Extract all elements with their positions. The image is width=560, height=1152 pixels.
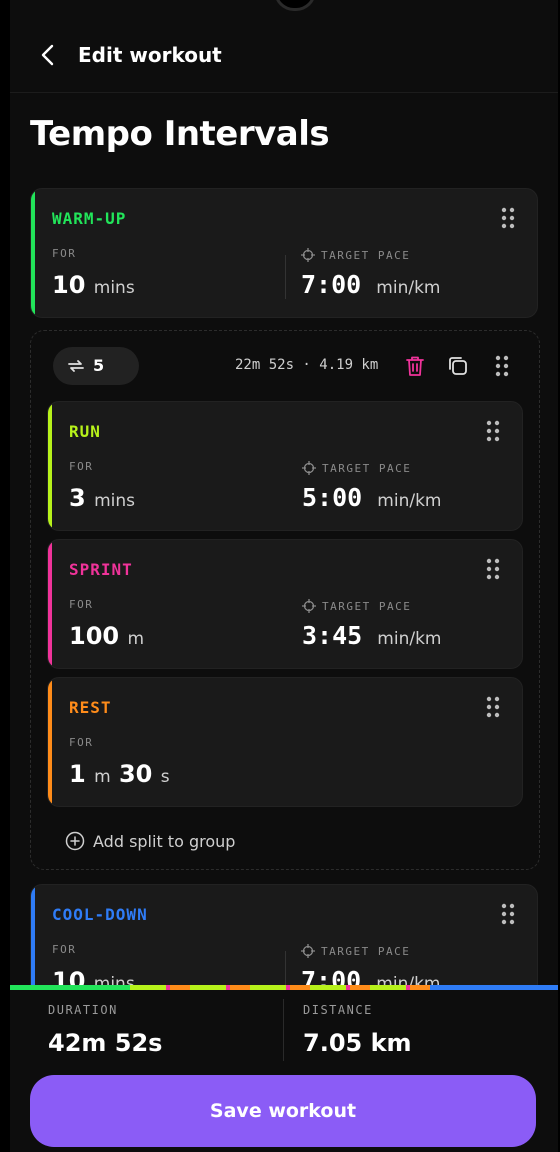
- drag-handle-icon[interactable]: [486, 696, 500, 718]
- duplicate-icon[interactable]: [447, 355, 469, 377]
- plus-circle-icon: [65, 831, 85, 851]
- run-color-bar: [48, 402, 52, 530]
- for-number: 3: [69, 484, 86, 512]
- step-type-label: COOL-DOWN: [52, 905, 148, 924]
- pace-number: 3:45: [302, 621, 363, 650]
- repeat-count: 5: [93, 356, 105, 375]
- for-value[interactable]: 100 m: [69, 622, 144, 650]
- timeline-run: [190, 985, 226, 990]
- chevron-left-icon[interactable]: [36, 42, 62, 68]
- for-value[interactable]: 1 m 30 s: [69, 760, 170, 788]
- trash-icon[interactable]: [405, 355, 425, 377]
- group-summary: 22m 52s · 4.19 km: [235, 357, 379, 373]
- for-label: FOR: [69, 598, 94, 611]
- for-unit-seconds: s: [160, 767, 170, 787]
- for-label: FOR: [69, 460, 94, 473]
- header-title: Edit workout: [78, 43, 222, 67]
- warmup-color-bar: [31, 189, 35, 317]
- sprint-color-bar: [48, 540, 52, 668]
- distance-value: 7.05 km: [303, 1029, 412, 1057]
- for-unit: m: [127, 629, 145, 649]
- for-value[interactable]: 10 mins: [52, 271, 135, 299]
- pace-label: TARGET PACE: [321, 945, 411, 958]
- step-type-label: WARM-UP: [52, 209, 127, 228]
- pace-number: 5:00: [302, 483, 363, 512]
- drag-handle-icon[interactable]: [486, 420, 500, 442]
- drag-handle-icon[interactable]: [486, 558, 500, 580]
- target-icon: [302, 599, 316, 613]
- for-unit-minutes: m: [94, 767, 111, 787]
- timeline-rest: [410, 985, 430, 990]
- step-type-label: REST: [69, 698, 112, 717]
- warmup-card[interactable]: WARM-UP FOR 10 mins TARGET PACE 7:00 min…: [30, 188, 538, 318]
- pace-unit: min/km: [377, 629, 442, 649]
- duration-label: DURATION: [48, 1003, 118, 1017]
- camera-notch: [274, 0, 316, 11]
- for-seconds: 30: [118, 760, 153, 788]
- rest-card[interactable]: REST FOR 1 m 30 s: [47, 677, 523, 807]
- for-unit: mins: [94, 491, 135, 511]
- pace-number: 7:00: [301, 270, 362, 299]
- timeline-run: [370, 985, 406, 990]
- summary-footer: DURATION 42m 52s DISTANCE 7.05 km Save w…: [10, 985, 558, 1152]
- target-icon: [301, 944, 315, 958]
- step-type-label: SPRINT: [69, 560, 133, 579]
- target-icon: [302, 461, 316, 475]
- for-label: FOR: [52, 247, 77, 260]
- pace-value[interactable]: 5:00 min/km: [302, 483, 441, 512]
- pace-unit: min/km: [376, 278, 441, 298]
- phone-screen: Edit workout Tempo Intervals WARM-UP FOR…: [10, 0, 558, 1152]
- repeat-count-button[interactable]: 5: [53, 347, 139, 385]
- pace-unit: min/km: [377, 491, 442, 511]
- target-icon: [301, 248, 315, 262]
- add-split-label: Add split to group: [93, 831, 236, 851]
- timeline-warmup: [10, 985, 130, 990]
- pace-value[interactable]: 3:45 min/km: [302, 621, 441, 650]
- timeline-rest: [230, 985, 250, 990]
- timeline-run: [250, 985, 286, 990]
- pace-label: TARGET PACE: [321, 249, 411, 262]
- repeat-icon: [68, 360, 84, 372]
- top-bar: Edit workout: [10, 28, 558, 93]
- repeat-group: 5 22m 52s · 4.19 km RUN FOR 3 mins TARGE…: [30, 330, 540, 870]
- for-number: 100: [69, 622, 120, 650]
- pace-label: TARGET PACE: [322, 462, 412, 475]
- footer-divider: [283, 999, 284, 1061]
- drag-handle-icon[interactable]: [501, 207, 515, 229]
- distance-label: DISTANCE: [303, 1003, 373, 1017]
- timeline-rest: [350, 985, 370, 990]
- workout-timeline-bar: [10, 985, 558, 990]
- drag-handle-icon[interactable]: [495, 355, 509, 377]
- timeline-cooldown: [430, 985, 558, 990]
- drag-handle-icon[interactable]: [501, 903, 515, 925]
- rest-color-bar: [48, 678, 52, 806]
- pace-value[interactable]: 7:00 min/km: [301, 270, 440, 299]
- duration-value: 42m 52s: [48, 1029, 163, 1057]
- timeline-run: [130, 985, 166, 990]
- workout-title[interactable]: Tempo Intervals: [30, 114, 330, 154]
- save-workout-button[interactable]: Save workout: [30, 1075, 536, 1147]
- timeline-rest: [290, 985, 310, 990]
- for-number: 10: [52, 271, 86, 299]
- for-label: FOR: [69, 736, 94, 749]
- add-split-button[interactable]: Add split to group: [65, 829, 235, 853]
- sprint-card[interactable]: SPRINT FOR 100 m TARGET PACE 3:45 min/km: [47, 539, 523, 669]
- for-value[interactable]: 3 mins: [69, 484, 135, 512]
- step-type-label: RUN: [69, 422, 101, 441]
- for-label: FOR: [52, 943, 77, 956]
- pace-label: TARGET PACE: [322, 600, 412, 613]
- timeline-run: [310, 985, 346, 990]
- timeline-rest: [170, 985, 190, 990]
- for-unit: mins: [93, 278, 135, 298]
- card-divider: [285, 255, 286, 299]
- for-minutes: 1: [69, 760, 86, 788]
- run-card[interactable]: RUN FOR 3 mins TARGET PACE 5:00 min/km: [47, 401, 523, 531]
